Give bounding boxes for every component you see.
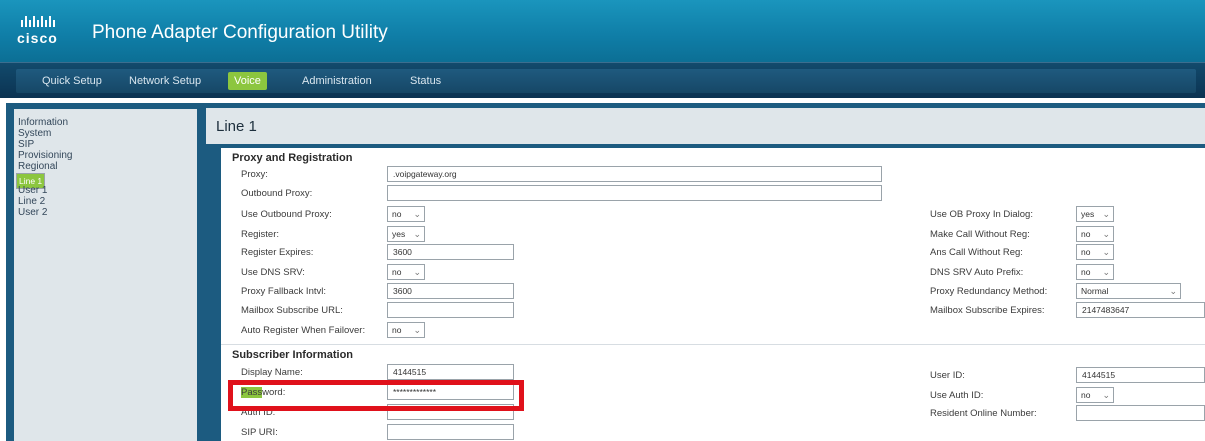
proxy-redundancy-method-select[interactable]: Normal ⌄ [1076,283,1181,299]
make-call-without-reg-label: Make Call Without Reg: [930,229,1030,240]
chevron-down-icon: ⌄ [413,267,421,277]
app-title: Phone Adapter Configuration Utility [92,22,388,43]
register-expires-input[interactable]: 3600 [387,244,514,260]
outbound-proxy-label: Outbound Proxy: [241,188,313,199]
mailbox-subscribe-expires-label: Mailbox Subscribe Expires: [930,305,1045,316]
tab-administration[interactable]: Administration [296,72,378,90]
sidebar-item-information[interactable]: Information [18,117,68,128]
resident-online-number-input[interactable] [1076,405,1205,421]
tab-status[interactable]: Status [404,72,447,90]
auto-register-failover-select[interactable]: no ⌄ [387,322,425,338]
display-name-input[interactable]: 4144515 [387,364,514,380]
user-id-input[interactable]: 4144515 [1076,367,1205,383]
title-bar: Line 1 [206,108,1205,144]
use-auth-id-select[interactable]: no ⌄ [1076,387,1114,403]
select-value: yes [392,229,406,239]
select-value: no [1081,229,1091,239]
chevron-down-icon: ⌄ [1102,247,1110,257]
sidebar-item-regional[interactable]: Regional [18,161,57,172]
register-label: Register: [241,229,280,240]
select-value: no [1081,390,1091,400]
cisco-logo-icon [21,16,55,27]
annotation-highlight-box [228,380,524,411]
dns-srv-auto-prefix-label: DNS SRV Auto Prefix: [930,267,1024,278]
display-name-label: Display Name: [241,367,303,378]
sidebar-item-provisioning[interactable]: Provisioning [18,150,72,161]
chevron-down-icon: ⌄ [1102,267,1110,277]
use-outbound-proxy-label: Use Outbound Proxy: [241,209,332,220]
chevron-down-icon: ⌄ [1102,209,1110,219]
select-value: no [392,209,402,219]
use-dns-srv-label: Use DNS SRV: [241,267,305,278]
outbound-proxy-input[interactable] [387,185,882,201]
section-title-proxy: Proxy and Registration [232,152,353,164]
select-value: no [392,267,402,277]
ans-call-without-reg-label: Ans Call Without Reg: [930,247,1023,258]
proxy-label: Proxy: [241,169,268,180]
chevron-down-icon: ⌄ [1102,229,1110,239]
select-value: no [392,325,402,335]
app-header: cisco Phone Adapter Configuration Utilit… [0,0,1205,62]
tab-voice[interactable]: Voice [228,72,267,90]
page-title: Line 1 [216,118,257,135]
sidebar-item-user-1[interactable]: User 1 [18,185,47,196]
use-dns-srv-select[interactable]: no ⌄ [387,264,425,280]
use-ob-proxy-in-dialog-select[interactable]: yes ⌄ [1076,206,1114,222]
chevron-down-icon: ⌄ [1169,286,1177,296]
select-value: no [1081,247,1091,257]
sidebar-item-system[interactable]: System [18,128,51,139]
make-call-without-reg-select[interactable]: no ⌄ [1076,226,1114,242]
chevron-down-icon: ⌄ [413,229,421,239]
ans-call-without-reg-select[interactable]: no ⌄ [1076,244,1114,260]
use-ob-proxy-in-dialog-label: Use OB Proxy In Dialog: [930,209,1033,220]
proxy-fallback-input[interactable]: 3600 [387,283,514,299]
chevron-down-icon: ⌄ [413,325,421,335]
sip-uri-input[interactable] [387,424,514,440]
nav-bar: Quick Setup Network Setup Voice Administ… [16,69,1196,93]
chevron-down-icon: ⌄ [1102,390,1110,400]
use-outbound-proxy-select[interactable]: no ⌄ [387,206,425,222]
select-value: no [1081,267,1091,277]
sidebar-panel: Information System SIP Provisioning Regi… [14,109,197,441]
sidebar-item-user-2[interactable]: User 2 [18,207,47,218]
section-title-subscriber: Subscriber Information [232,349,354,361]
dns-srv-auto-prefix-select[interactable]: no ⌄ [1076,264,1114,280]
user-id-label: User ID: [930,370,965,381]
sidebar: Information System SIP Provisioning Regi… [6,103,203,441]
mailbox-subscribe-expires-input[interactable]: 2147483647 [1076,302,1205,318]
proxy-fallback-label: Proxy Fallback Intvl: [241,286,326,297]
logo-text: cisco [17,30,58,46]
resident-online-number-label: Resident Online Number: [930,408,1037,419]
register-select[interactable]: yes ⌄ [387,226,425,242]
mailbox-subscribe-url-label: Mailbox Subscribe URL: [241,305,343,316]
auto-register-failover-label: Auto Register When Failover: [241,325,366,336]
select-value: yes [1081,209,1095,219]
mailbox-subscribe-url-input[interactable] [387,302,514,318]
sidebar-item-sip[interactable]: SIP [18,139,34,150]
sip-uri-label: SIP URI: [241,427,278,438]
select-value: Normal [1081,286,1109,296]
proxy-redundancy-method-label: Proxy Redundancy Method: [930,286,1048,297]
tab-quick-setup[interactable]: Quick Setup [36,72,108,90]
register-expires-label: Register Expires: [241,247,314,258]
tab-network-setup[interactable]: Network Setup [123,72,207,90]
section-divider [221,344,1205,345]
sidebar-item-line-2[interactable]: Line 2 [18,196,45,207]
proxy-input[interactable]: .voipgateway.org [387,166,882,182]
chevron-down-icon: ⌄ [413,209,421,219]
main-nav: Quick Setup Network Setup Voice Administ… [0,62,1205,98]
use-auth-id-label: Use Auth ID: [930,390,984,401]
